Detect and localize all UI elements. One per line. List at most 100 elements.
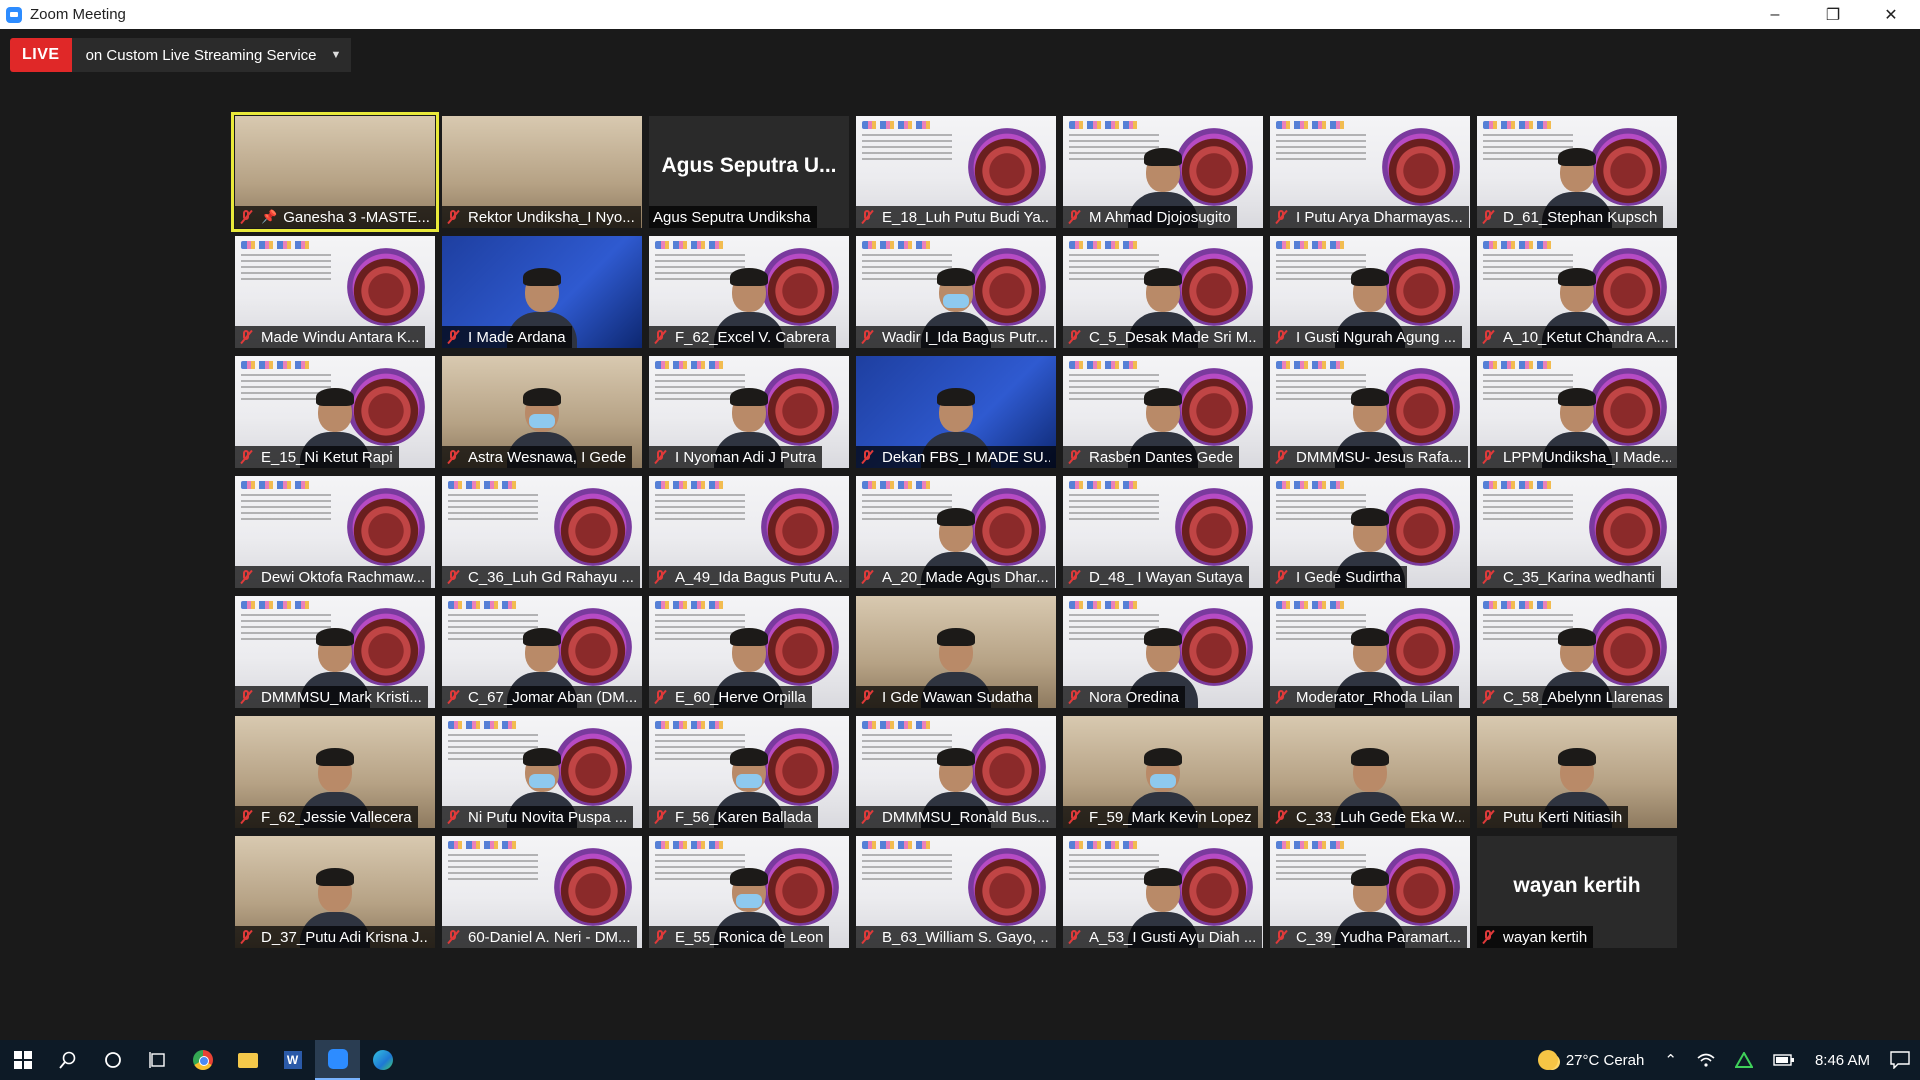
face-mask (529, 414, 555, 428)
participant-tile[interactable]: Moderator_Rhoda Lilan (1270, 596, 1470, 708)
participant-tile[interactable]: I Made Ardana (442, 236, 642, 348)
battery-icon[interactable] (1773, 1054, 1795, 1066)
participant-tile[interactable]: LPPMUndiksha_I Made... (1477, 356, 1677, 468)
participant-tile[interactable]: B_63_William S. Gayo, ... (856, 836, 1056, 948)
chrome-icon[interactable] (180, 1040, 225, 1080)
participant-tile[interactable]: 📌 Ganesha 3 -MASTE... (231, 112, 439, 232)
participant-name-label: 60-Daniel A. Neri - DM... (442, 926, 637, 948)
system-tray: 27°C Cerah ⌃ 8:46 AM (1528, 1050, 1920, 1070)
conference-logo (241, 601, 311, 609)
task-view-icon[interactable] (135, 1040, 180, 1080)
participant-name: D_37_Putu Adi Krisna J... (261, 928, 429, 946)
weather-widget[interactable]: 27°C Cerah (1537, 1050, 1644, 1070)
participant-name: 60-Daniel A. Neri - DM... (468, 928, 631, 946)
participant-tile[interactable]: I Putu Arya Dharmayas... (1270, 116, 1470, 228)
network-status-icon[interactable] (1734, 1052, 1753, 1068)
conference-logo (1069, 121, 1139, 129)
participant-tile[interactable]: C_58_Abelynn Llarenas (1477, 596, 1677, 708)
participant-tile[interactable]: E_18_Luh Putu Budi Ya... (856, 116, 1056, 228)
participant-tile[interactable]: Rektor Undiksha_I Nyo... (442, 116, 642, 228)
conference-logo (1069, 481, 1139, 489)
participant-tile[interactable]: C_67_Jomar Aban (DM... (442, 596, 642, 708)
participant-tile[interactable]: DMMMSU- Jesus Rafa... (1270, 356, 1470, 468)
file-explorer-icon[interactable] (225, 1040, 270, 1080)
muted-mic-icon (446, 449, 460, 465)
participant-tile[interactable]: Rasben Dantes Gede (1063, 356, 1263, 468)
participant-tile[interactable]: I Gede Sudirtha (1270, 476, 1470, 588)
participant-tile[interactable]: E_15_Ni Ketut Rapi (235, 356, 435, 468)
participant-tile[interactable]: Agus Seputra U... Agus Seputra Undiksha (649, 116, 849, 228)
participant-name-label: B_63_William S. Gayo, ... (856, 926, 1056, 948)
live-service-dropdown[interactable]: on Custom Live Streaming Service ▼ (71, 38, 352, 72)
participant-tile[interactable]: Made Windu Antara K... (235, 236, 435, 348)
participant-tile[interactable]: A_10_Ketut Chandra A... (1477, 236, 1677, 348)
participant-tile[interactable]: C_35_Karina wedhanti (1477, 476, 1677, 588)
conference-logo (1069, 361, 1139, 369)
participant-tile[interactable]: A_49_Ida Bagus Putu A... (649, 476, 849, 588)
word-icon[interactable]: W (270, 1040, 315, 1080)
start-windows-icon[interactable] (0, 1040, 45, 1080)
participant-tile[interactable]: DMMMSU_Mark Kristi... (235, 596, 435, 708)
participant-tile[interactable]: C_36_Luh Gd Rahayu ... (442, 476, 642, 588)
participant-tile[interactable]: 60-Daniel A. Neri - DM... (442, 836, 642, 948)
participant-tile[interactable]: F_62_Excel V. Cabrera (649, 236, 849, 348)
restore-button[interactable]: ❐ (1804, 0, 1862, 29)
close-button[interactable]: ✕ (1862, 0, 1920, 29)
participant-tile[interactable]: D_61_Stephan Kupsch (1477, 116, 1677, 228)
participant-tile[interactable]: C_39_Yudha Paramart... (1270, 836, 1470, 948)
search-icon[interactable] (45, 1040, 90, 1080)
participant-tile[interactable]: C_33_Luh Gede Eka W... (1270, 716, 1470, 828)
participant-tile[interactable]: C_5_Desak Made Sri M... (1063, 236, 1263, 348)
participant-name-label: Putu Kerti Nitiasih (1477, 806, 1629, 828)
participant-tile[interactable]: I Nyoman Adi J Putra (649, 356, 849, 468)
wifi-icon[interactable] (1697, 1053, 1715, 1067)
edge-icon[interactable] (360, 1040, 405, 1080)
cortana-icon[interactable] (90, 1040, 135, 1080)
chevron-up-icon[interactable]: ⌃ (1664, 1051, 1677, 1069)
participant-tile[interactable]: I Gde Wawan Sudatha (856, 596, 1056, 708)
participant-name: DMMMSU- Jesus Rafa... (1296, 448, 1462, 466)
participant-tile[interactable]: F_59_Mark Kevin Lopez (1063, 716, 1263, 828)
participant-tile[interactable]: Dewi Oktofa Rachmaw... (235, 476, 435, 588)
muted-mic-icon (1067, 449, 1081, 465)
participant-tile[interactable]: M Ahmad Djojosugito (1063, 116, 1263, 228)
muted-mic-icon (1274, 689, 1288, 705)
participant-tile[interactable]: F_62_Jessie Vallecera (235, 716, 435, 828)
participant-name-label: wayan kertih (1477, 926, 1594, 948)
participant-tile[interactable]: I Gusti Ngurah Agung ... (1270, 236, 1470, 348)
participant-tile[interactable]: DMMMSU_Ronald Bus... (856, 716, 1056, 828)
participant-tile[interactable]: Ni Putu Novita Puspa ... (442, 716, 642, 828)
participant-tile[interactable]: D_37_Putu Adi Krisna J... (235, 836, 435, 948)
participant-name: wayan kertih (1503, 928, 1588, 946)
participant-tile[interactable]: A_20_Made Agus Dhar... (856, 476, 1056, 588)
participant-tile[interactable]: Astra Wesnawa, I Gede (442, 356, 642, 468)
minimize-button[interactable]: – (1746, 0, 1804, 29)
participant-name: E_60_Herve Orpilla (675, 688, 806, 706)
participant-tile[interactable]: E_55_Ronica de Leon (649, 836, 849, 948)
weather-sun-icon (1537, 1050, 1558, 1070)
muted-mic-icon (1067, 929, 1081, 945)
muted-mic-icon (860, 689, 874, 705)
muted-mic-icon (239, 209, 253, 225)
participant-name: C_67_Jomar Aban (DM... (468, 688, 636, 706)
participant-tile[interactable]: A_53_I Gusti Ayu Diah ... (1063, 836, 1263, 948)
zoom-taskbar-icon[interactable] (315, 1040, 360, 1080)
participant-tile[interactable]: E_60_Herve Orpilla (649, 596, 849, 708)
participant-tile[interactable]: D_48_ I Wayan Sutaya (1063, 476, 1263, 588)
participant-name: Moderator_Rhoda Lilan (1296, 688, 1453, 706)
muted-mic-icon (1274, 449, 1288, 465)
clock-time[interactable]: 8:46 AM (1815, 1052, 1870, 1069)
conference-banner-text (241, 254, 331, 280)
participant-name-label: F_56_Karen Ballada (649, 806, 818, 828)
participant-name: B_63_William S. Gayo, ... (882, 928, 1050, 946)
muted-mic-icon (1067, 329, 1081, 345)
participant-tile[interactable]: F_56_Karen Ballada (649, 716, 849, 828)
notifications-icon[interactable] (1890, 1051, 1910, 1069)
participant-tile[interactable]: wayan kertih wayan kertih (1477, 836, 1677, 948)
participant-name: C_36_Luh Gd Rahayu ... (468, 568, 634, 586)
participant-tile[interactable]: Putu Kerti Nitiasih (1477, 716, 1677, 828)
participant-tile[interactable]: Dekan FBS_I MADE SU... (856, 356, 1056, 468)
participant-tile[interactable]: Nora Oredina (1063, 596, 1263, 708)
participant-name-label: I Gusti Ngurah Agung ... (1270, 326, 1463, 348)
participant-tile[interactable]: Wadir I_Ida Bagus Putr... (856, 236, 1056, 348)
